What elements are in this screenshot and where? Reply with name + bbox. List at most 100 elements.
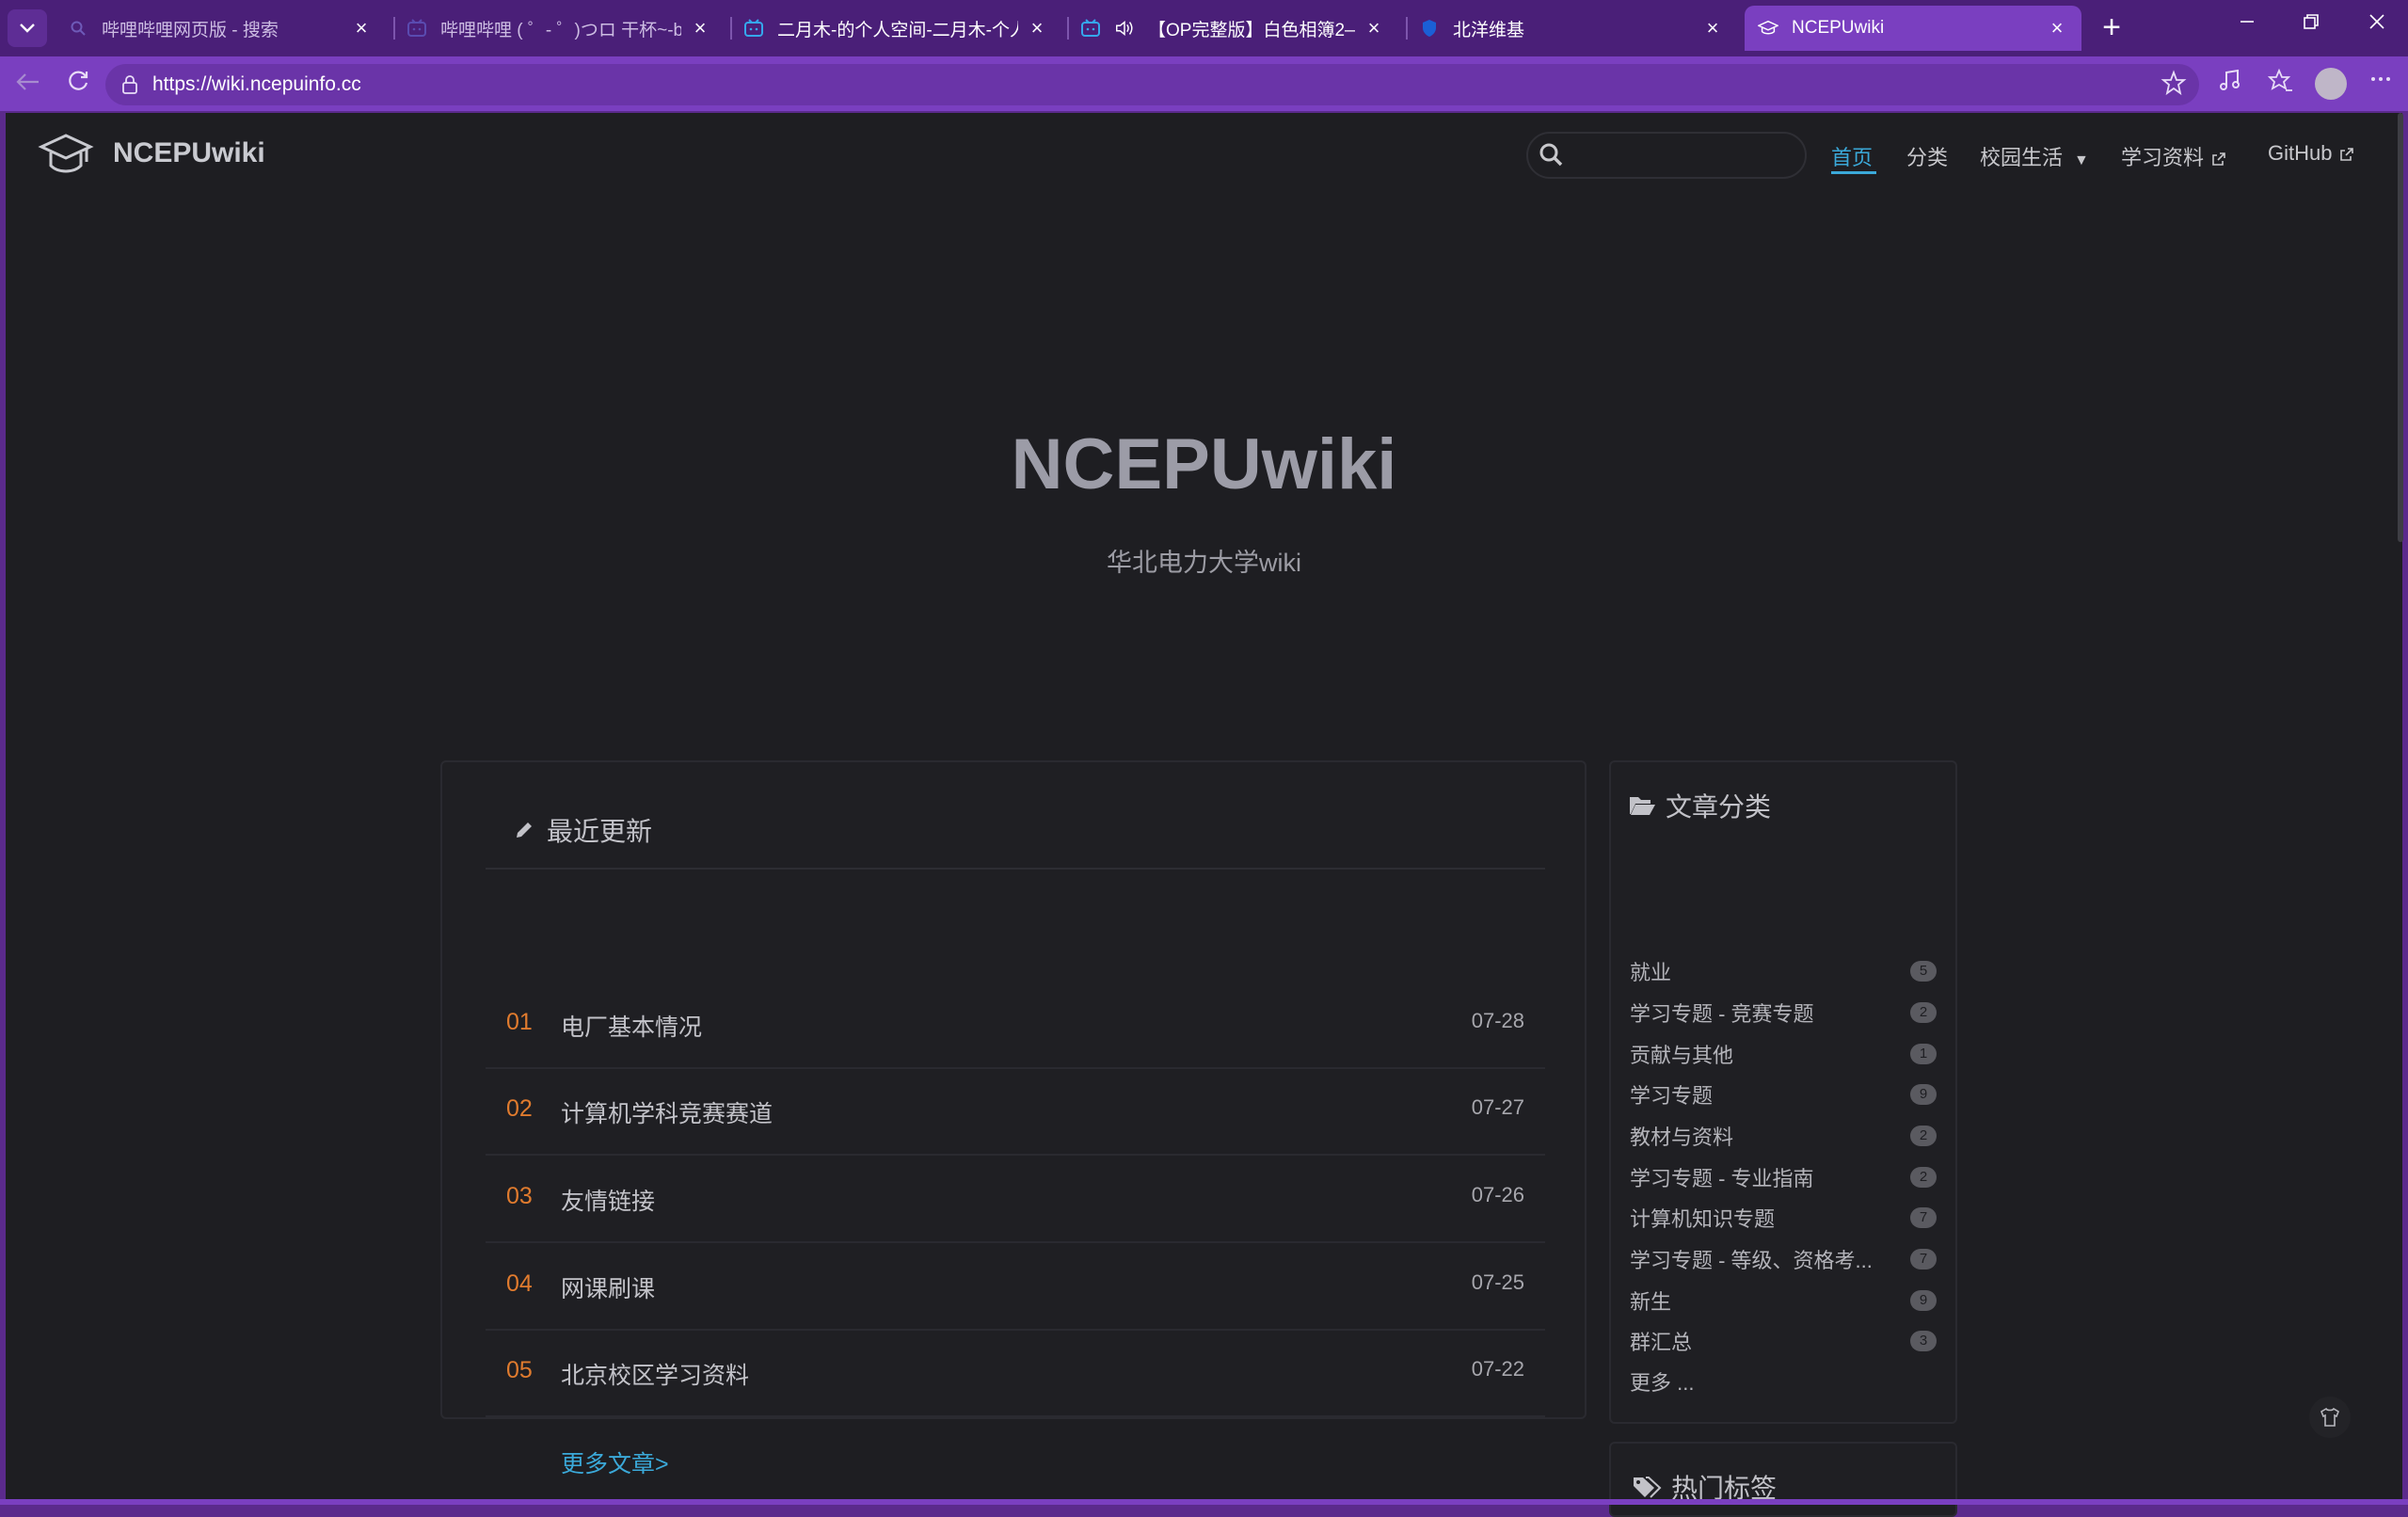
category-item[interactable]: 学习专题 9 <box>1630 1076 1937 1110</box>
restore-button[interactable] <box>2292 11 2330 36</box>
media-control-button[interactable] <box>2213 68 2247 101</box>
address-bar[interactable] <box>105 64 2199 105</box>
recent-article-row[interactable]: 03 友情链接 07-26 <box>486 1157 1545 1243</box>
recent-article-row[interactable]: 01 电厂基本情况 07-28 <box>486 982 1545 1069</box>
tab-close-icon[interactable]: × <box>1363 16 1385 40</box>
tab-close-icon[interactable]: × <box>1701 16 1724 40</box>
divider <box>486 868 1545 870</box>
external-link-icon <box>2340 148 2354 161</box>
category-item[interactable]: 群汇总 3 <box>1630 1322 1937 1356</box>
tab-beiyang-wiki[interactable]: 北洋维基 × <box>1406 6 1737 51</box>
lock-icon[interactable] <box>120 73 139 96</box>
back-button[interactable] <box>11 69 43 101</box>
tab-bilibili-search[interactable]: 哔哩哔哩网页版 - 搜索 × <box>55 6 386 51</box>
chevron-down-icon <box>20 24 35 33</box>
recent-article-row[interactable]: 05 北京校区学习资料 07-22 <box>486 1331 1545 1417</box>
category-item[interactable]: 新生 9 <box>1630 1282 1937 1316</box>
nav-study-materials[interactable]: 学习资料 <box>2121 141 2226 171</box>
favorites-icon <box>2267 68 2292 91</box>
url-text[interactable]: https://wiki.ncepuinfo.cc <box>152 73 361 96</box>
close-window-button[interactable] <box>2358 11 2396 36</box>
category-name[interactable]: 学习专题 <box>1630 1079 1884 1110</box>
article-rank: 02 <box>506 1095 533 1122</box>
external-link-icon <box>2212 152 2225 166</box>
category-name[interactable]: 贡献与其他 <box>1630 1039 1884 1069</box>
tab-close-icon[interactable]: × <box>1026 16 1048 40</box>
tab-bilibili-space[interactable]: 二月木-的个人空间-二月木-个人主 × <box>730 6 1061 51</box>
restore-icon <box>2304 14 2319 29</box>
category-item[interactable]: 学习专题 - 等级、资格考... 7 <box>1630 1240 1937 1274</box>
graduation-cap-icon <box>1758 18 1778 39</box>
nav-campus-life[interactable]: 校园生活 ▼ <box>1980 141 2089 171</box>
refresh-button[interactable] <box>62 69 94 101</box>
minimize-button[interactable] <box>2228 11 2266 36</box>
article-date: 07-27 <box>1471 1095 1524 1119</box>
favorite-star-icon[interactable] <box>2161 70 2187 103</box>
nav-github[interactable]: GitHub <box>2268 141 2354 166</box>
nav-home[interactable]: 首页 <box>1831 141 1873 171</box>
category-name[interactable]: 群汇总 <box>1630 1326 1884 1356</box>
tab-close-icon[interactable]: × <box>689 16 711 40</box>
categories-heading: 文章分类 <box>1628 787 1771 824</box>
more-articles-link[interactable]: 更多文章> <box>561 1445 669 1479</box>
article-title-link[interactable]: 电厂基本情况 <box>561 1009 702 1043</box>
close-icon <box>2369 14 2384 29</box>
tab-bilibili-video[interactable]: 【OP完整版】白色相簿2—届 × <box>1067 6 1398 51</box>
more-dots-icon <box>2371 77 2390 81</box>
music-note-icon <box>2220 69 2240 90</box>
category-item[interactable]: 贡献与其他 1 <box>1630 1035 1937 1069</box>
favorites-button[interactable] <box>2264 68 2298 101</box>
article-title-link[interactable]: 计算机学科竞赛赛道 <box>561 1095 773 1129</box>
site-name[interactable]: NCEPUwiki <box>113 137 265 169</box>
tab-title: 哔哩哔哩 ( ゜- ゜)つロ 干杯~-bilibili <box>440 20 681 40</box>
pencil-icon <box>517 822 532 838</box>
category-item[interactable]: 教材与资料 2 <box>1630 1117 1937 1151</box>
category-name[interactable]: 计算机知识专题 <box>1630 1203 1884 1233</box>
more-menu-button[interactable] <box>2364 68 2398 97</box>
theme-toggle-button[interactable] <box>2309 1397 2351 1438</box>
tab-title: 【OP完整版】白色相簿2—届 <box>1148 20 1355 40</box>
tab-close-icon[interactable]: × <box>350 16 373 40</box>
categories-heading-label: 文章分类 <box>1666 792 1772 822</box>
tab-actions-menu-button[interactable] <box>8 9 47 47</box>
category-item[interactable]: 学习专题 - 竞赛专题 2 <box>1630 994 1937 1028</box>
category-item[interactable]: 学习专题 - 专业指南 2 <box>1630 1158 1937 1192</box>
tab-ncepuwiki[interactable]: NCEPUwiki × <box>1745 6 2081 51</box>
bilibili-icon <box>743 18 764 39</box>
search-input[interactable] <box>1526 132 1807 179</box>
article-title-link[interactable]: 网课刷课 <box>561 1270 655 1304</box>
article-rank: 03 <box>506 1183 533 1209</box>
tags-icon <box>1634 1477 1662 1498</box>
article-title-link[interactable]: 友情链接 <box>561 1183 655 1217</box>
graduation-cap-icon[interactable] <box>38 130 94 183</box>
recent-article-row[interactable]: 02 计算机学科竞赛赛道 07-27 <box>486 1069 1545 1156</box>
hero-subtitle: 华北电力大学wiki <box>1107 549 1301 577</box>
category-name[interactable]: 学习专题 - 等级、资格考... <box>1630 1244 1884 1274</box>
category-name[interactable]: 就业 <box>1630 956 1884 986</box>
tab-close-icon[interactable]: × <box>2046 16 2068 40</box>
more-categories-link[interactable]: 更多 ... <box>1630 1366 1694 1397</box>
tab-bilibili-home[interactable]: 哔哩哔哩 ( ゜- ゜)つロ 干杯~-bilibili × <box>393 6 725 51</box>
page-scrollbar[interactable] <box>2398 113 2403 542</box>
category-item[interactable]: 计算机知识专题 7 <box>1630 1199 1937 1233</box>
category-name[interactable]: 学习专题 - 竞赛专题 <box>1630 998 1884 1028</box>
category-name[interactable]: 学习专题 - 专业指南 <box>1630 1162 1884 1192</box>
category-item[interactable]: 就业 5 <box>1630 952 1937 986</box>
category-count-badge: 9 <box>1910 1290 1937 1311</box>
bilibili-icon <box>407 18 427 39</box>
category-count-badge: 1 <box>1910 1044 1937 1064</box>
shield-icon <box>1419 18 1440 39</box>
bilibili-icon <box>1080 18 1101 39</box>
search-icon <box>68 18 88 39</box>
category-name[interactable]: 新生 <box>1630 1285 1884 1316</box>
category-count-badge: 2 <box>1910 1167 1937 1188</box>
nav-categories[interactable]: 分类 <box>1906 141 1948 171</box>
profile-avatar[interactable] <box>2315 68 2347 100</box>
new-tab-button[interactable]: + <box>2093 9 2130 47</box>
recent-article-row[interactable]: 04 网课刷课 07-25 <box>486 1244 1545 1331</box>
category-name[interactable]: 教材与资料 <box>1630 1121 1884 1151</box>
minimize-icon <box>2241 21 2254 23</box>
article-title-link[interactable]: 北京校区学习资料 <box>561 1357 749 1391</box>
speaker-icon[interactable] <box>1114 18 1135 39</box>
article-date: 07-25 <box>1471 1270 1524 1294</box>
